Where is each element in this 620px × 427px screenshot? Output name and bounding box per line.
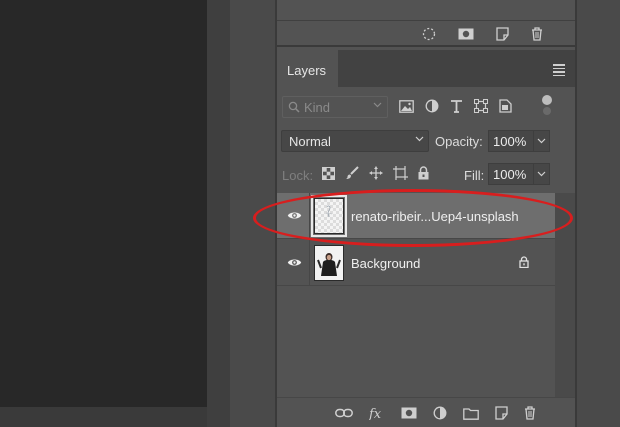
lock-brush-icon[interactable] <box>345 166 359 180</box>
canvas-status-bar <box>0 407 207 427</box>
blend-mode-select[interactable]: Normal <box>281 130 429 152</box>
blend-mode-value: Normal <box>289 134 331 149</box>
shape-filter-icon[interactable] <box>474 99 488 113</box>
lock-label: Lock: <box>282 168 314 183</box>
delete-icon[interactable] <box>524 406 536 420</box>
layer-name[interactable]: Background <box>351 256 420 271</box>
eye-icon[interactable] <box>287 257 302 268</box>
upper-panel-divider <box>277 20 575 21</box>
search-icon <box>288 101 300 113</box>
highlight-annotation-ellipse <box>253 189 573 247</box>
lock-icon <box>519 256 529 268</box>
type-filter-icon[interactable] <box>450 99 463 113</box>
fill-dropdown-button[interactable] <box>534 163 550 185</box>
lock-position-icon[interactable] <box>369 166 383 180</box>
mask-icon[interactable] <box>458 28 474 40</box>
layer-mask-icon[interactable] <box>401 407 417 419</box>
fill-input[interactable]: 100% <box>488 163 534 185</box>
group-folder-icon[interactable] <box>463 407 479 420</box>
trash-icon[interactable] <box>531 27 543 41</box>
document-canvas-area[interactable] <box>0 0 207 407</box>
opacity-label: Opacity: <box>435 134 483 149</box>
fill-label: Fill: <box>464 168 485 183</box>
upper-panel <box>277 0 575 47</box>
new-layer-icon[interactable] <box>495 406 508 420</box>
chevron-down-icon <box>537 171 546 177</box>
kind-filter-select[interactable]: Kind <box>282 96 388 118</box>
bottom-icon-group: fx <box>335 406 536 420</box>
adjustment-filter-icon[interactable] <box>425 99 439 113</box>
panel-menu-icon[interactable] <box>553 64 565 78</box>
chevron-down-icon <box>537 138 546 144</box>
chevron-down-icon <box>373 102 382 108</box>
layer-filter-row: Kind <box>277 93 575 121</box>
dashed-circle-icon[interactable] <box>422 27 436 41</box>
svg-text:fx: fx <box>369 407 382 420</box>
link-icon[interactable] <box>335 408 353 418</box>
lock-fill-row: Lock: Fill: 100% <box>277 161 575 187</box>
image-filter-icon[interactable] <box>399 99 414 113</box>
right-panel-divider <box>575 0 577 427</box>
adjustment-layer-icon[interactable] <box>433 406 447 420</box>
opacity-dropdown-button[interactable] <box>534 130 550 152</box>
page-curl-icon[interactable] <box>496 27 509 41</box>
blend-opacity-row: Normal Opacity: 100% <box>277 128 575 154</box>
layers-bottom-toolbar: fx <box>277 397 575 427</box>
right-panel-dock <box>575 0 620 427</box>
visibility-column-divider <box>309 240 310 286</box>
lock-artboard-icon[interactable] <box>393 166 408 180</box>
fx-icon[interactable]: fx <box>369 406 385 420</box>
filter-toggle-switch[interactable] <box>542 95 552 119</box>
chevron-down-icon <box>415 136 424 142</box>
lock-all-icon[interactable] <box>418 166 429 180</box>
upper-panel-toolbar <box>422 27 543 41</box>
kind-filter-label: Kind <box>304 100 331 115</box>
lock-icon-group <box>322 166 429 180</box>
opacity-input[interactable]: 100% <box>488 130 534 152</box>
tab-layers[interactable]: Layers <box>277 50 338 87</box>
layer-thumbnail-photo[interactable] <box>314 245 344 281</box>
lock-transparent-icon[interactable] <box>322 166 335 180</box>
canvas-scrollbar[interactable] <box>207 0 230 427</box>
filter-icon-group <box>399 99 512 113</box>
smart-object-filter-icon[interactable] <box>499 99 512 113</box>
